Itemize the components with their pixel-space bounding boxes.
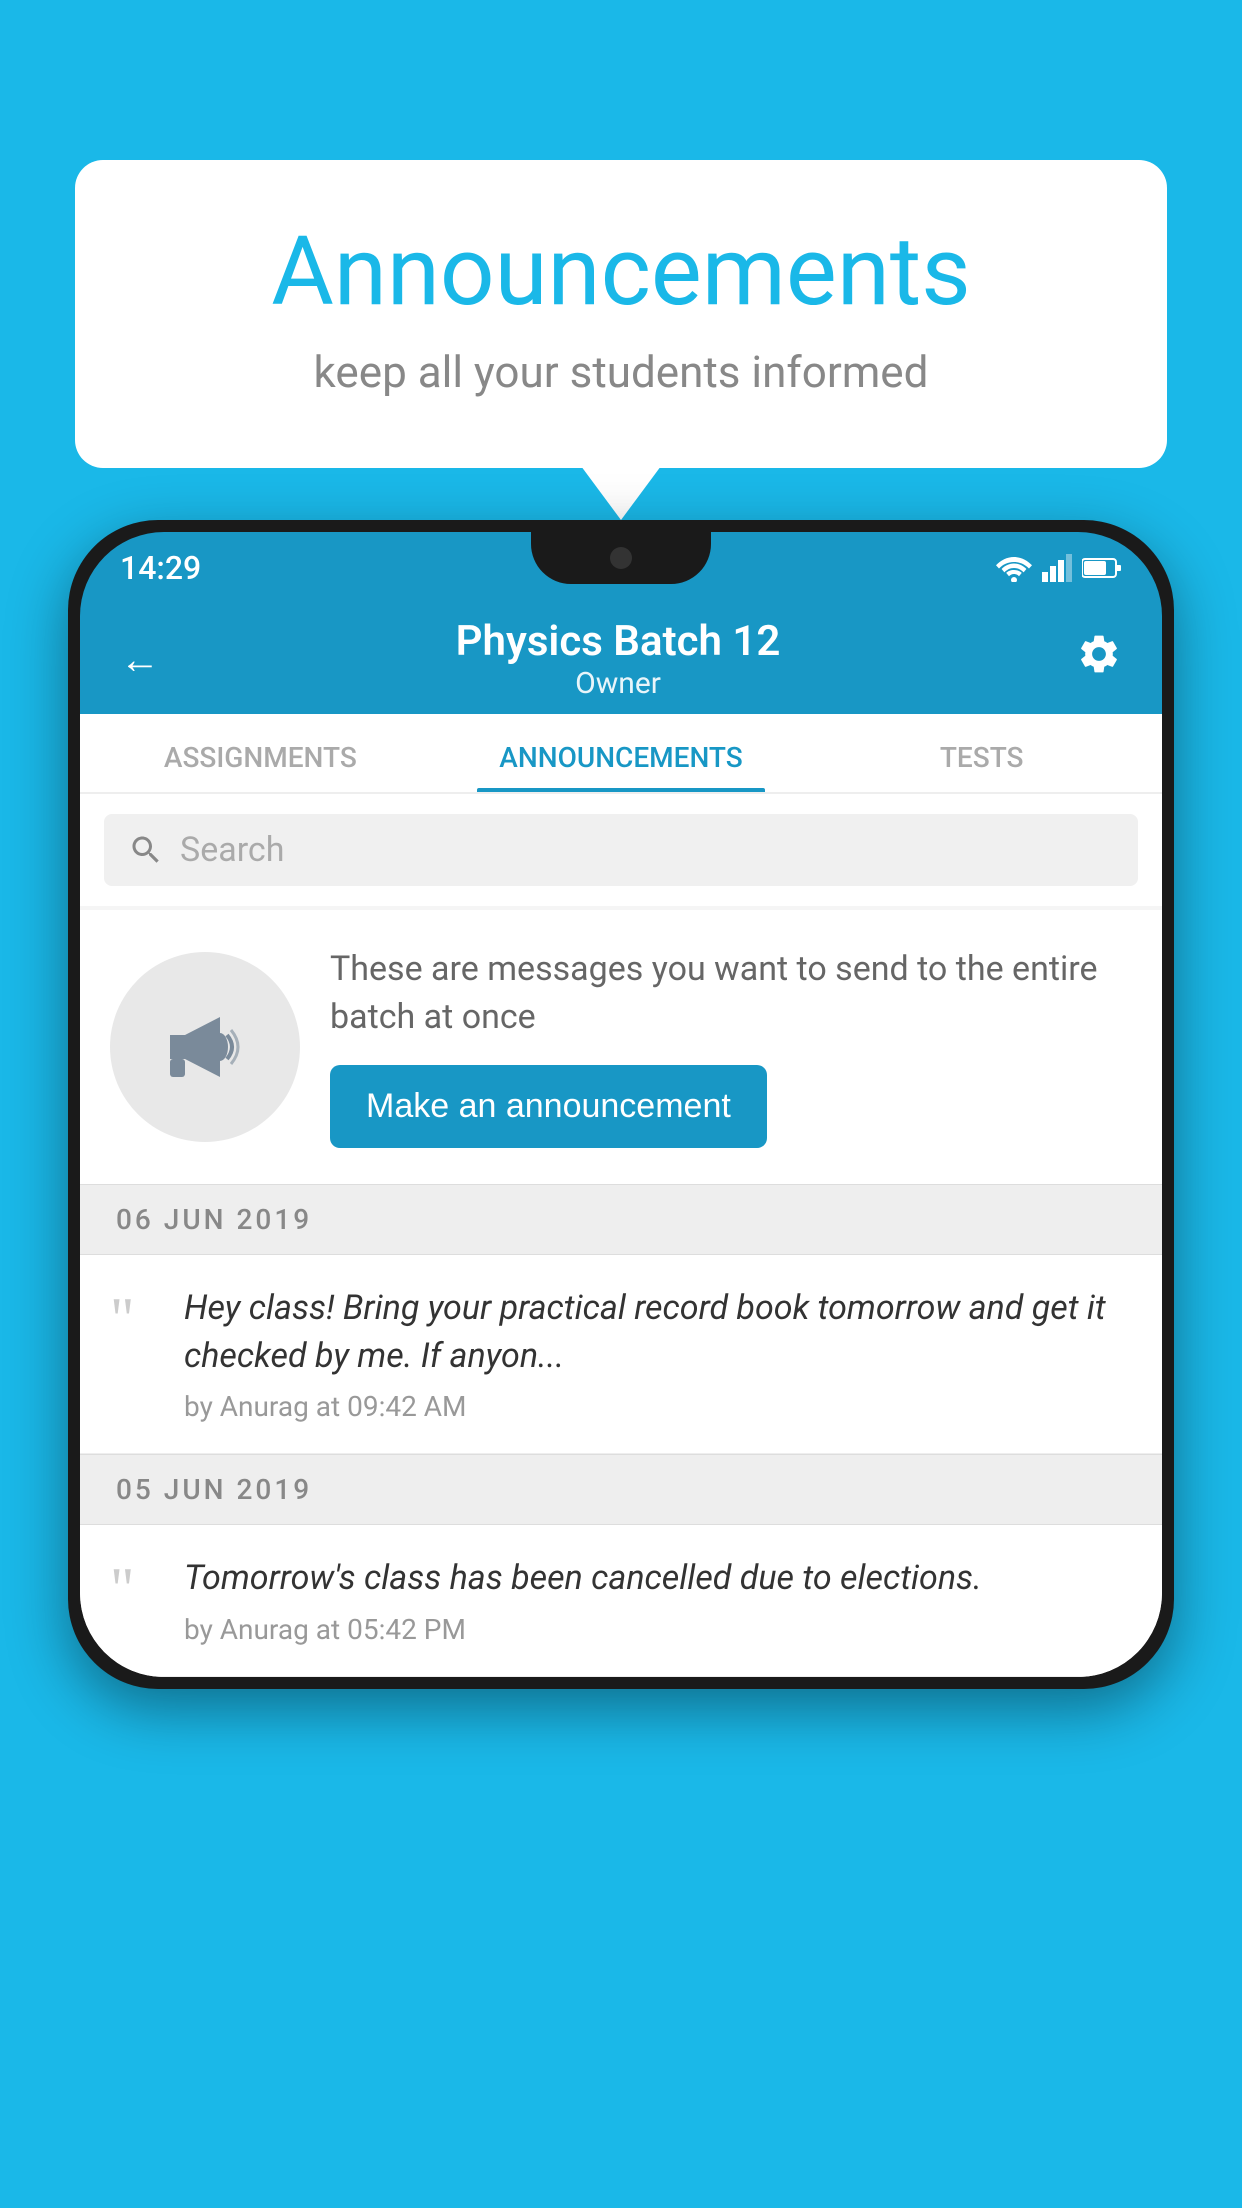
intro-text: These are messages you want to send to t… bbox=[330, 946, 1132, 1041]
phone-screen: 14:29 bbox=[80, 532, 1162, 1677]
notch bbox=[531, 532, 711, 584]
app-bar-title: Physics Batch 12 bbox=[170, 617, 1066, 666]
phone-container: 14:29 bbox=[68, 520, 1174, 1689]
search-icon bbox=[128, 832, 164, 868]
bubble-title: Announcements bbox=[155, 220, 1087, 326]
tabs-bar: ASSIGNMENTS ANNOUNCEMENTS TESTS bbox=[80, 714, 1162, 794]
announcement-text-1: Hey class! Bring your practical record b… bbox=[184, 1285, 1132, 1380]
announcement-text-2: Tomorrow's class has been cancelled due … bbox=[184, 1555, 982, 1603]
quote-icon-2: " bbox=[110, 1559, 160, 1619]
settings-button[interactable] bbox=[1066, 621, 1132, 697]
search-placeholder: Search bbox=[180, 830, 284, 870]
phone: 14:29 bbox=[68, 520, 1174, 1689]
gear-icon bbox=[1076, 631, 1122, 677]
tab-announcements[interactable]: ANNOUNCEMENTS bbox=[441, 741, 802, 792]
announcement-content-1: Hey class! Bring your practical record b… bbox=[184, 1285, 1132, 1423]
search-input-wrap[interactable]: Search bbox=[104, 814, 1138, 886]
camera-dot bbox=[610, 547, 632, 569]
announcement-intro: These are messages you want to send to t… bbox=[80, 910, 1162, 1184]
date-separator-1: 06 JUN 2019 bbox=[80, 1184, 1162, 1255]
tab-tests[interactable]: TESTS bbox=[801, 741, 1162, 792]
tab-assignments[interactable]: ASSIGNMENTS bbox=[80, 741, 441, 792]
quote-icon-1: " bbox=[110, 1289, 160, 1349]
announcement-content-2: Tomorrow's class has been cancelled due … bbox=[184, 1555, 982, 1646]
status-icons bbox=[996, 554, 1122, 582]
megaphone-icon bbox=[155, 997, 255, 1097]
speech-bubble-section: Announcements keep all your students inf… bbox=[75, 160, 1167, 468]
signal-icon bbox=[1042, 554, 1072, 582]
back-button[interactable]: ← bbox=[110, 626, 170, 693]
intro-right: These are messages you want to send to t… bbox=[330, 946, 1132, 1148]
status-bar: 14:29 bbox=[80, 532, 1162, 604]
make-announcement-button[interactable]: Make an announcement bbox=[330, 1065, 767, 1148]
announcement-item-1[interactable]: " Hey class! Bring your practical record… bbox=[80, 1255, 1162, 1454]
megaphone-circle bbox=[110, 952, 300, 1142]
announcement-item-2[interactable]: " Tomorrow's class has been cancelled du… bbox=[80, 1525, 1162, 1677]
battery-icon bbox=[1082, 556, 1122, 580]
app-bar: ← Physics Batch 12 Owner bbox=[80, 604, 1162, 714]
status-time: 14:29 bbox=[120, 549, 201, 587]
date-separator-2: 05 JUN 2019 bbox=[80, 1454, 1162, 1525]
wifi-icon bbox=[996, 554, 1032, 582]
search-bar-container: Search bbox=[80, 794, 1162, 906]
announcement-meta-2: by Anurag at 05:42 PM bbox=[184, 1613, 982, 1646]
speech-bubble: Announcements keep all your students inf… bbox=[75, 160, 1167, 468]
content-area: Search bbox=[80, 794, 1162, 1677]
app-bar-center: Physics Batch 12 Owner bbox=[170, 617, 1066, 701]
announcement-meta-1: by Anurag at 09:42 AM bbox=[184, 1390, 1132, 1423]
app-bar-subtitle: Owner bbox=[170, 666, 1066, 701]
bubble-subtitle: keep all your students informed bbox=[155, 346, 1087, 398]
